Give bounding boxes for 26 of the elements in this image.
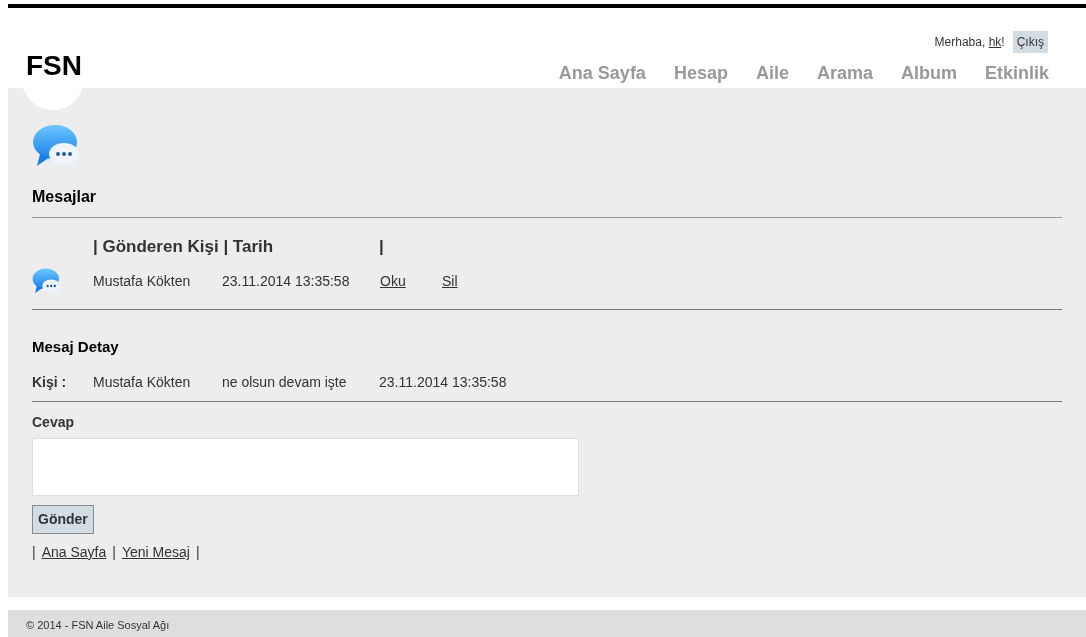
column-header: | (379, 236, 384, 258)
field-label: Cevap (32, 413, 76, 432)
copyright-text: © 2014 - FSN Aile Sosyal Ağı (26, 619, 170, 631)
delete-link[interactable]: Sil (442, 270, 458, 292)
reply-field[interactable] (32, 438, 579, 496)
date-text: 23.11.2014 13:35:58 (379, 373, 507, 392)
send-button[interactable]: Gönder (32, 505, 94, 534)
table-cell-text: Mustafa Kökten (93, 271, 192, 291)
chat-bubbles-icon (32, 124, 82, 169)
table-cell-text: 23.11.2014 13:35:58 (222, 271, 351, 291)
nav-link[interactable]: Ana Sayfa (41, 542, 107, 563)
site-logo[interactable]: FSN (26, 52, 82, 80)
read-link[interactable]: Oku (380, 270, 442, 292)
greeting-text: Merhaba, hk! (934, 34, 1005, 51)
sender-text: Mustafa Kökten (93, 373, 192, 392)
separator-text: | (32, 543, 36, 562)
column-header: | Gönderen Kişi | Tarih (93, 236, 275, 258)
logout-button[interactable]: Çıkış (1012, 31, 1048, 53)
section-title: Mesaj Detay (32, 336, 120, 357)
section-title: Mesajlar (32, 187, 98, 207)
separator-text: | (112, 543, 116, 562)
field-label: Kişi : (32, 373, 68, 392)
message-text: ne olsun devam işte (222, 373, 348, 392)
nav-link[interactable]: Yeni Mesaj (121, 542, 190, 563)
separator-text: | (195, 543, 200, 562)
chat-bubbles-icon (32, 267, 62, 295)
